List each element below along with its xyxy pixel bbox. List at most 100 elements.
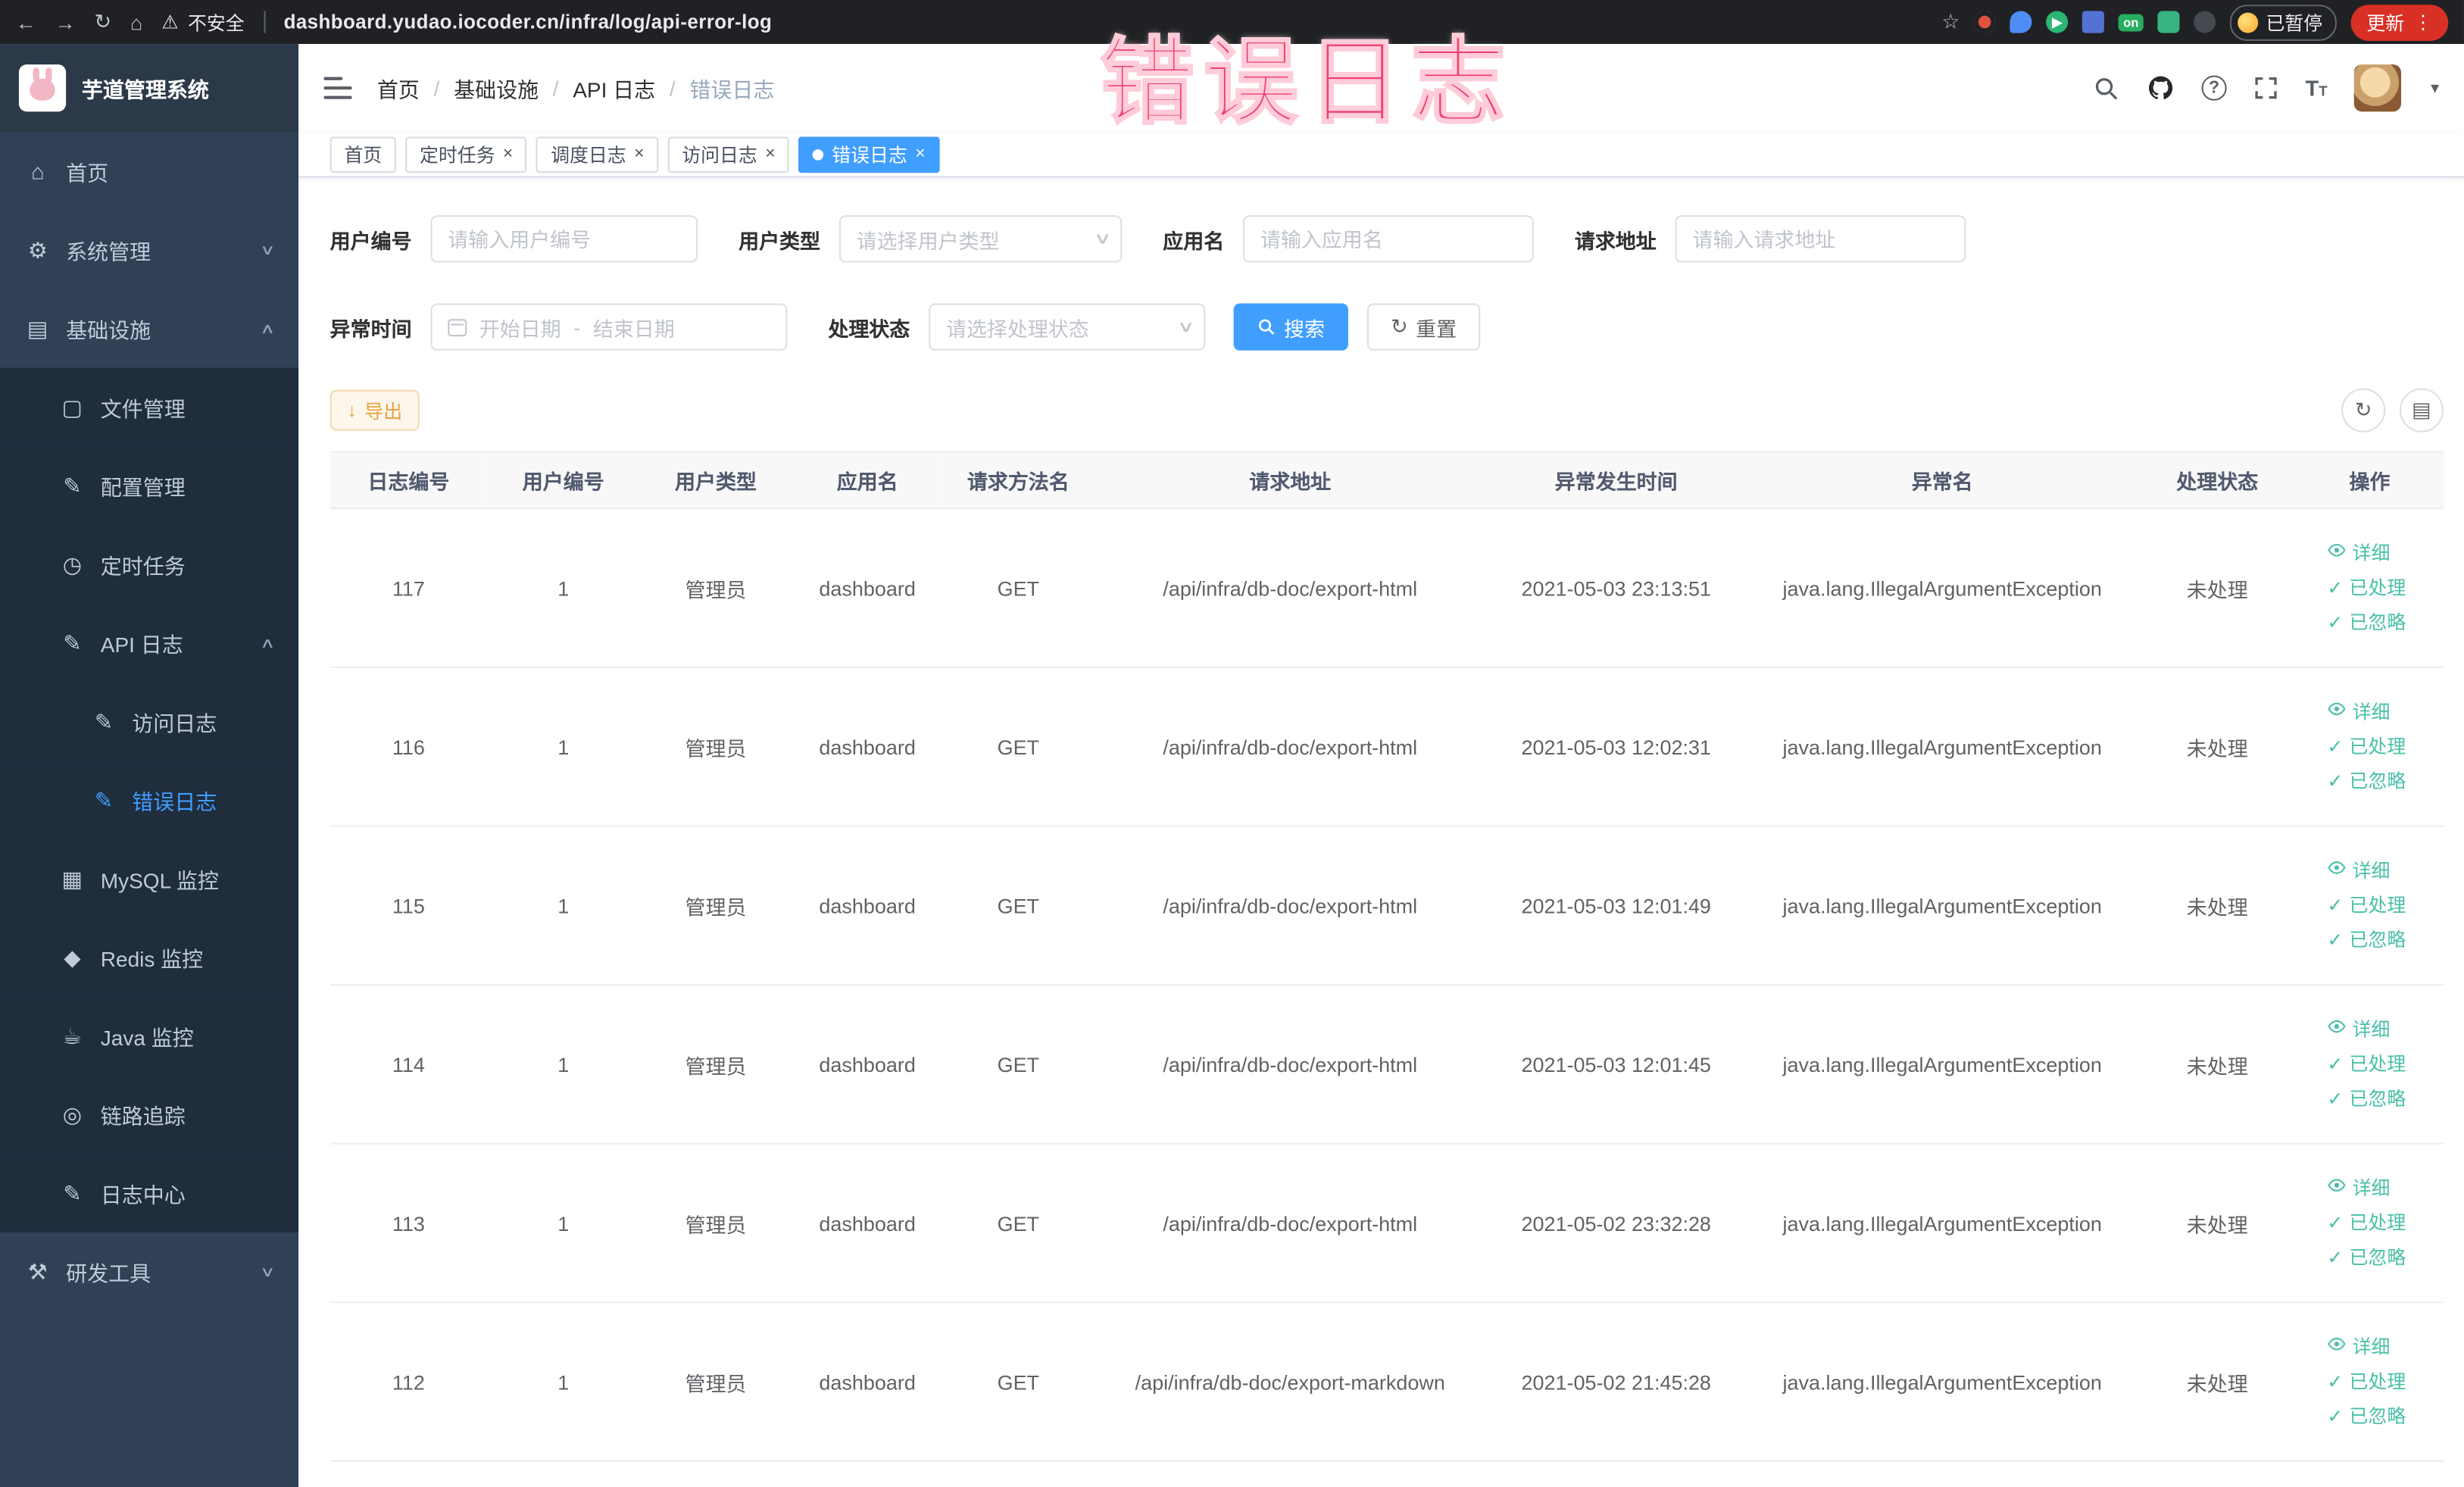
sidebar-item-11[interactable]: ☕ Java 监控 bbox=[0, 996, 299, 1076]
processed-link[interactable]: ✓ 已处理 bbox=[2327, 1047, 2406, 1082]
sidebar-item-5[interactable]: ◷ 定时任务 bbox=[0, 525, 299, 604]
breadcrumb-item[interactable]: API 日志 bbox=[573, 72, 655, 104]
sidebar-item-0[interactable]: ⌂ 首页 bbox=[0, 132, 298, 211]
close-icon[interactable]: × bbox=[503, 145, 513, 163]
cell-status: 未处理 bbox=[2138, 1302, 2296, 1462]
extension-icon[interactable] bbox=[2082, 11, 2105, 33]
tab-4[interactable]: 错误日志 × bbox=[798, 136, 940, 173]
ignored-link[interactable]: ✓ 已忽略 bbox=[2327, 605, 2406, 640]
search-button[interactable]: 搜索 bbox=[1233, 303, 1349, 351]
user-type-select[interactable]: 请选择用户类型 ∨ bbox=[839, 215, 1123, 263]
eye-icon bbox=[2327, 854, 2346, 889]
sidebar-item-4[interactable]: ✎ 配置管理 bbox=[0, 446, 299, 526]
bookmark-star-icon[interactable]: ☆ bbox=[1941, 9, 1960, 34]
processed-link[interactable]: ✓ 已处理 bbox=[2327, 1206, 2406, 1241]
request-url-input[interactable] bbox=[1675, 215, 1966, 263]
extension-icon[interactable] bbox=[2194, 11, 2216, 33]
cell-status: 未处理 bbox=[2138, 1143, 2296, 1304]
app-logo[interactable]: 芋道管理系统 bbox=[0, 44, 299, 133]
sidebar-item-14[interactable]: ⚒ 研发工具 ∨ bbox=[0, 1232, 298, 1311]
date-range-picker[interactable]: 开始日期 - 结束日期 bbox=[430, 303, 788, 351]
font-size-icon[interactable]: TT bbox=[2305, 76, 2327, 101]
column-settings-button[interactable]: ▤ bbox=[2399, 388, 2444, 433]
processed-link[interactable]: ✓ 已处理 bbox=[2327, 570, 2406, 605]
search-icon[interactable] bbox=[2093, 75, 2119, 102]
extension-icon[interactable] bbox=[2010, 11, 2032, 33]
close-icon[interactable]: × bbox=[915, 145, 925, 163]
update-button[interactable]: 更新 ⋮ bbox=[2350, 4, 2449, 40]
main-area: 首页 / 基础设施 / API 日志 / 错误日志 ? TT ▼ 首页 定时任务… bbox=[298, 44, 2464, 1487]
cell-user_type: 管理员 bbox=[639, 508, 792, 668]
home-icon[interactable]: ⌂ bbox=[130, 10, 142, 33]
sidebar-item-1[interactable]: ⚙ 系统管理 ∨ bbox=[0, 211, 298, 289]
exception-time-label: 异常时间 bbox=[329, 317, 412, 341]
active-dot bbox=[813, 148, 824, 160]
ignored-link[interactable]: ✓ 已忽略 bbox=[2327, 764, 2406, 798]
detail-link[interactable]: 详细 bbox=[2327, 695, 2406, 729]
processed-link[interactable]: ✓ 已处理 bbox=[2327, 1364, 2406, 1399]
ignored-link[interactable]: ✓ 已忽略 bbox=[2327, 1240, 2406, 1275]
detail-link[interactable]: 详细 bbox=[2327, 854, 2406, 889]
process-status-select[interactable]: 请选择处理状态 ∨ bbox=[929, 303, 1206, 351]
breadcrumb-item[interactable]: 首页 bbox=[377, 72, 420, 104]
tab-0[interactable]: 首页 bbox=[329, 136, 396, 173]
sidebar-item-8[interactable]: ✎ 错误日志 bbox=[0, 761, 299, 840]
help-icon[interactable]: ? bbox=[2201, 75, 2227, 101]
detail-link[interactable]: 详细 bbox=[2327, 1171, 2406, 1206]
filter-row-1: 用户编号 用户类型 请选择用户类型 ∨ 应用名 bbox=[330, 215, 2444, 263]
fullscreen-icon[interactable] bbox=[2253, 76, 2278, 101]
action-label: 已忽略 bbox=[2349, 770, 2406, 792]
sidebar-item-7[interactable]: ✎ 访问日志 bbox=[0, 682, 299, 761]
ignored-link[interactable]: ✓ 已忽略 bbox=[2327, 923, 2406, 957]
tab-3[interactable]: 访问日志 × bbox=[667, 136, 790, 173]
user-id-input[interactable] bbox=[430, 215, 698, 263]
tab-2[interactable]: 调度日志 × bbox=[536, 136, 659, 173]
sidebar-item-9[interactable]: ▦ MySQL 监控 bbox=[0, 839, 299, 918]
cell-user_type: 管理员 bbox=[639, 826, 792, 986]
cell-user_type: 管理员 bbox=[639, 1302, 792, 1462]
ignored-link[interactable]: ✓ 已忽略 bbox=[2327, 1399, 2406, 1434]
sidebar-item-6[interactable]: ✎ API 日志 ∧ bbox=[0, 603, 299, 683]
action-label: 详细 bbox=[2352, 542, 2391, 564]
tab-1[interactable]: 定时任务 × bbox=[405, 136, 527, 173]
processed-link[interactable]: ✓ 已处理 bbox=[2327, 888, 2406, 923]
sidebar-item-2[interactable]: ▤ 基础设施 ∧ bbox=[0, 289, 298, 368]
sidebar-item-3[interactable]: ▢ 文件管理 bbox=[0, 367, 299, 447]
detail-link[interactable]: 详细 bbox=[2327, 1012, 2406, 1047]
refresh-icon[interactable]: ↻ bbox=[94, 9, 111, 34]
processed-link[interactable]: ✓ 已处理 bbox=[2327, 729, 2406, 764]
close-icon[interactable]: × bbox=[634, 145, 644, 163]
breadcrumb-item[interactable]: 基础设施 bbox=[454, 72, 539, 104]
detail-link[interactable]: 详细 bbox=[2327, 1330, 2406, 1365]
sidebar-item-13[interactable]: ✎ 日志中心 bbox=[0, 1154, 299, 1232]
address-bar[interactable]: dashboard.yudao.iocoder.cn/infra/log/api… bbox=[284, 11, 773, 33]
site-security[interactable]: ⚠ 不安全 bbox=[161, 8, 244, 35]
forward-icon[interactable]: → bbox=[55, 10, 76, 33]
github-icon[interactable] bbox=[2147, 74, 2175, 102]
sidebar-item-10[interactable]: ◆ Redis 监控 bbox=[0, 917, 299, 997]
close-icon[interactable]: × bbox=[765, 145, 775, 163]
app-name-input[interactable] bbox=[1243, 215, 1534, 263]
avatar[interactable] bbox=[2353, 64, 2402, 112]
cell-exception: java.lang.IllegalArgumentException bbox=[1745, 1302, 2139, 1462]
cell-app: dashboard bbox=[792, 985, 943, 1145]
chevron-down-icon[interactable]: ▼ bbox=[2428, 80, 2442, 96]
refresh-table-button[interactable]: ↻ bbox=[2341, 388, 2386, 433]
cell-url: /api/infra/db-doc/export-html bbox=[1093, 508, 1487, 668]
chevron-up-icon: ∧ bbox=[260, 320, 276, 336]
extension-icon[interactable] bbox=[1974, 11, 1997, 33]
collapse-sidebar-icon[interactable] bbox=[323, 77, 352, 99]
extension-on-badge[interactable]: on bbox=[2118, 13, 2144, 31]
back-icon[interactable]: ← bbox=[16, 10, 36, 33]
ignored-link[interactable]: ✓ 已忽略 bbox=[2327, 1082, 2406, 1117]
export-button[interactable]: ↓ 导出 bbox=[329, 389, 420, 431]
extension-icon[interactable] bbox=[2157, 11, 2180, 33]
request-url-label: 请求地址 bbox=[1574, 228, 1657, 253]
detail-link[interactable]: 详细 bbox=[2327, 536, 2406, 571]
cell-exception: java.lang.IllegalArgumentException bbox=[1745, 1143, 2139, 1304]
extension-icon[interactable]: ▶ bbox=[2046, 11, 2069, 33]
cell-status: 未处理 bbox=[2138, 667, 2296, 827]
sidebar-item-12[interactable]: ◎ 链路追踪 bbox=[0, 1075, 299, 1154]
reset-button[interactable]: ↻ 重置 bbox=[1366, 303, 1481, 351]
paused-badge[interactable]: 已暂停 bbox=[2229, 4, 2337, 40]
